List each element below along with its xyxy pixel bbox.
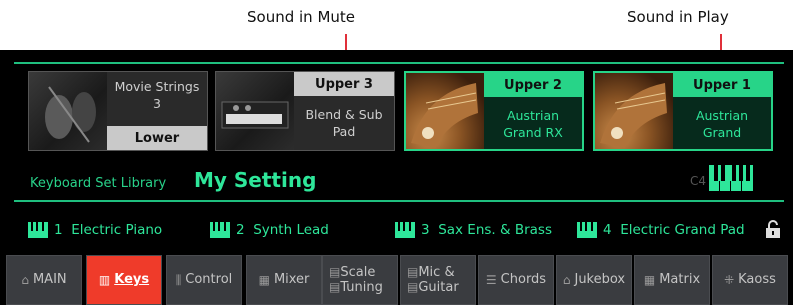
mixer-icon: ▦	[258, 273, 270, 287]
tab-label: ▤Scale	[329, 265, 376, 280]
top-divider	[14, 62, 784, 64]
keyboard-set-library-label[interactable]: Keyboard Set Library	[30, 176, 166, 191]
tab-mic-guitar[interactable]: ▤Mic & ▤Guitar	[400, 255, 476, 305]
chords-icon: ☰	[485, 273, 497, 287]
tab-label: Kaoss	[738, 272, 776, 287]
tab-scale-tuning[interactable]: ▤Scale ▤Tuning	[322, 255, 398, 305]
tab-label: ▤Guitar	[407, 280, 459, 295]
tab-label: MAIN	[32, 272, 67, 287]
tab-chords[interactable]: ☰ Chords	[478, 255, 554, 305]
keyboard-set-4[interactable]: 4 Electric Grand Pad	[577, 222, 745, 238]
lock-icon[interactable]	[765, 220, 781, 238]
kaoss-icon: ⁜	[724, 273, 735, 287]
callout-sound-in-play: Sound in Play	[627, 8, 729, 26]
tab-label: Matrix	[659, 272, 701, 287]
sound-name: Blend & Sub Pad	[305, 107, 383, 139]
tab-label: Mixer	[273, 272, 310, 287]
keyboard-set-2[interactable]: 2 Synth Lead	[210, 222, 329, 238]
part-tag-upper-1: Upper 1	[673, 73, 771, 97]
callout-sound-in-mute: Sound in Mute	[247, 8, 356, 26]
part-tag-lower: Lower	[107, 126, 207, 150]
middle-divider	[14, 200, 784, 202]
guitar-icon: ▤	[407, 280, 419, 294]
part-tag-upper-2: Upper 2	[484, 73, 582, 97]
sound-lower[interactable]: Movie Strings 3 Lower	[28, 71, 208, 151]
keyboard-set-label: 1 Electric Piano	[54, 222, 163, 238]
tab-label: Chords	[500, 272, 547, 287]
sound-thumbnail-strings	[29, 72, 107, 150]
sound-name: Movie Strings 3	[114, 79, 200, 111]
tab-label: Keys	[114, 272, 150, 287]
keyboard-icon	[210, 222, 230, 238]
keyboard-icon: ▥	[98, 273, 111, 287]
keyboard-set-1[interactable]: 1 Electric Piano	[28, 222, 162, 238]
home-icon: ⌂	[21, 273, 29, 287]
tab-label: ▤Tuning	[329, 280, 383, 295]
keyboard-set-name[interactable]: My Setting	[194, 168, 316, 192]
keys-screen: Movie Strings 3 Lower Upper 3 Blend & Su…	[0, 50, 793, 305]
sound-name: Austrian Grand	[695, 108, 749, 140]
tab-control[interactable]: ⫼ Control	[166, 255, 242, 305]
tab-label: ▤Mic &	[407, 265, 455, 280]
keyboard-icon[interactable]	[708, 164, 754, 192]
sound-thumbnail-piano	[595, 73, 673, 149]
tab-mixer[interactable]: ▦ Mixer	[246, 255, 322, 305]
keyboard-set-label: 3 Sax Ens. & Brass	[421, 222, 552, 238]
matrix-icon: ▦	[643, 273, 656, 287]
tuning-icon: ▤	[329, 280, 341, 294]
tab-jukebox[interactable]: ⌂ Jukebox	[556, 255, 632, 305]
mic-icon: ▤	[407, 265, 419, 279]
keyboard-icon	[28, 222, 48, 238]
sound-upper-2[interactable]: Upper 2 Austrian Grand RX	[404, 71, 584, 151]
sound-thumbnail-synth	[216, 72, 294, 150]
control-icon: ⫼	[175, 273, 182, 287]
jukebox-icon: ⌂	[562, 273, 571, 287]
keyboard-icon	[577, 222, 597, 238]
tab-keys[interactable]: ▥ Keys	[86, 255, 162, 305]
tab-matrix[interactable]: ▦ Matrix	[634, 255, 710, 305]
keyboard-set-row: 1 Electric Piano 2 Synth Lead 3 Sax Ens.…	[0, 222, 793, 242]
scale-icon: ▤	[329, 265, 341, 279]
keyboard-set-label: 2 Synth Lead	[236, 222, 329, 238]
tab-label: Control	[185, 272, 233, 287]
octave-indicator: C4	[690, 174, 707, 188]
bottom-tab-bar: ⌂ MAIN ▥ Keys ⫼ Control ▦ Mixer ▤Scale ▤…	[0, 255, 793, 305]
part-tag-upper-3: Upper 3	[294, 72, 394, 96]
tab-main[interactable]: ⌂ MAIN	[6, 255, 82, 305]
keyboard-icon	[395, 222, 415, 238]
tab-label: Jukebox	[574, 272, 626, 287]
sound-upper-3[interactable]: Upper 3 Blend & Sub Pad	[215, 71, 395, 151]
sound-name: Austrian Grand RX	[503, 108, 563, 140]
keyboard-set-label: 4 Electric Grand Pad	[603, 222, 745, 238]
keyboard-set-3[interactable]: 3 Sax Ens. & Brass	[395, 222, 552, 238]
sound-upper-1[interactable]: Upper 1 Austrian Grand	[593, 71, 773, 151]
sound-thumbnail-piano	[406, 73, 484, 149]
tab-kaoss[interactable]: ⁜ Kaoss	[712, 255, 788, 305]
